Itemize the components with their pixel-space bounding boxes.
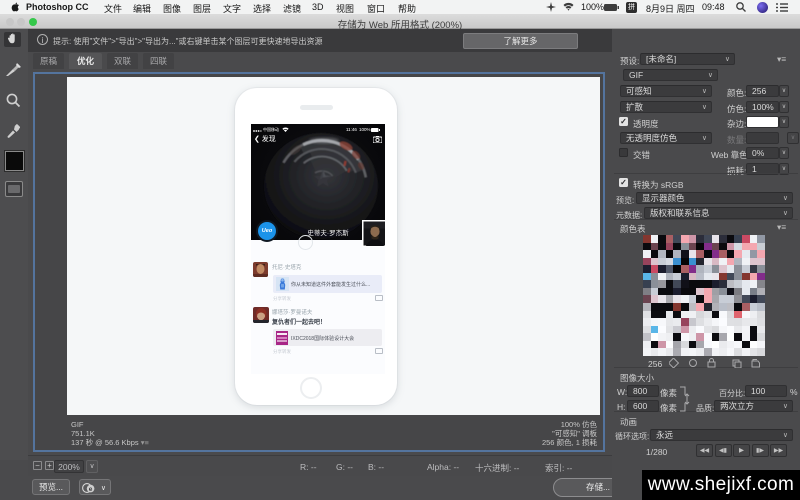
svg-text:e: e — [89, 486, 93, 493]
